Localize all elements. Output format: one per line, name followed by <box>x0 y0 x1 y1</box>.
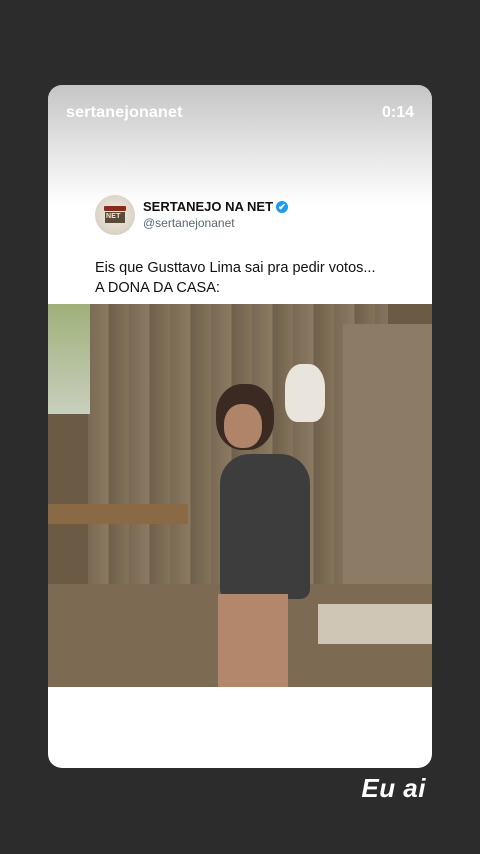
video-frame[interactable] <box>48 304 432 687</box>
tweet-text-line-1: Eis que Gusttavo Lima sai pra pedir voto… <box>95 260 376 276</box>
video-person-legs <box>218 594 288 687</box>
display-name-text: SERTANEJO NA NET <box>143 199 274 214</box>
user-handle[interactable]: @sertanejonanet <box>143 216 235 230</box>
video-person-body <box>220 454 310 599</box>
avatar[interactable]: NET <box>95 195 135 235</box>
tweet-text: Eis que Gusttavo Lima sai pra pedir voto… <box>95 258 415 298</box>
story-caption: Eu ai <box>361 773 426 803</box>
story-timer: 0:14 <box>381 104 414 121</box>
story-card[interactable]: sertanejonanet 0:14 NET SERTANEJO NA NET… <box>48 85 432 768</box>
story-header: sertanejonanet 0:14 <box>48 85 432 205</box>
video-hanging-bag <box>285 364 325 422</box>
avatar-roof-shape <box>104 206 126 211</box>
video-outdoor-view <box>48 304 90 414</box>
video-table <box>48 504 188 524</box>
verified-badge-icon: ✔ <box>276 201 289 213</box>
tweet-header: NET SERTANEJO NA NET ✔ @sertanejonanet <box>95 195 395 237</box>
video-wall-right <box>343 324 432 584</box>
video-bench <box>318 604 432 644</box>
avatar-logo-text: NET <box>106 213 121 220</box>
video-person-face <box>224 404 262 448</box>
tweet-text-line-2: A DONA DA CASA: <box>95 280 220 296</box>
story-username[interactable]: sertanejonanet <box>66 104 183 122</box>
display-name[interactable]: SERTANEJO NA NET ✔ <box>143 199 289 214</box>
